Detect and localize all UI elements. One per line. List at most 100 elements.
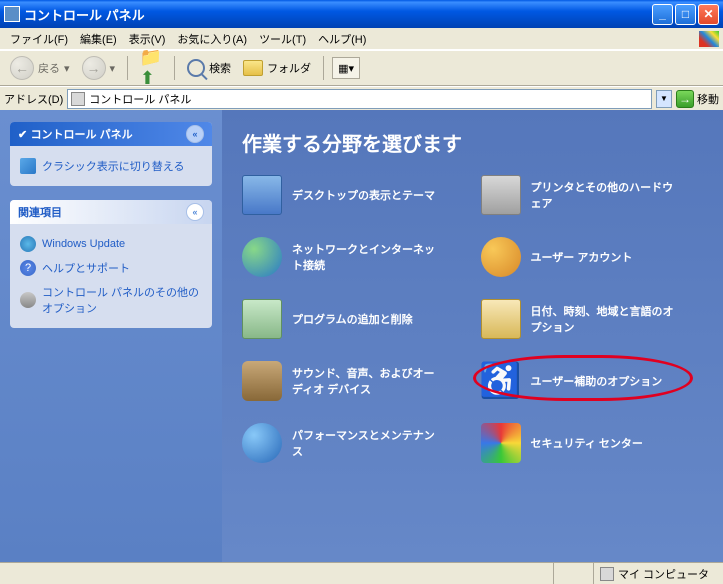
search-icon [187, 59, 205, 77]
category-label: プリンタとその他のハードウェア [531, 179, 681, 211]
globe-icon [242, 237, 282, 277]
wheelchair-icon: ♿ [481, 361, 521, 401]
category-label: パフォーマンスとメンテナンス [292, 427, 442, 459]
cd-box-icon [242, 299, 282, 339]
chart-icon [242, 423, 282, 463]
close-button[interactable]: ✕ [698, 4, 719, 25]
category-date-time[interactable]: 日付、時刻、地域と言語のオプション [481, 299, 704, 339]
related-panel: 関連項目 « Windows Update ? ヘルプとサポート コントロール … [10, 200, 212, 328]
search-label: 検索 [209, 60, 231, 76]
maximize-button[interactable]: □ [675, 4, 696, 25]
panel-check-icon: ✔ [18, 128, 27, 141]
computer-icon [600, 567, 614, 581]
category-label: ネットワークとインターネット接続 [292, 241, 442, 273]
back-button[interactable]: ← 戻る ▾ [6, 54, 74, 82]
switch-classic-view-link[interactable]: クラシック表示に切り替える [20, 154, 202, 178]
folder-icon [243, 60, 263, 76]
back-icon: ← [10, 56, 34, 80]
menu-file[interactable]: ファイル(F) [4, 28, 74, 50]
category-label: プログラムの追加と削除 [292, 311, 413, 327]
address-label: アドレス(D) [4, 91, 63, 107]
search-button[interactable]: 検索 [183, 57, 235, 79]
collapse-icon: « [186, 203, 204, 221]
status-cell [553, 563, 593, 584]
status-cell [0, 563, 553, 584]
panel-header[interactable]: ✔ コントロール パネル « [10, 122, 212, 146]
sidebar: ✔ コントロール パネル « クラシック表示に切り替える 関連項目 « Wind… [0, 110, 222, 562]
address-dropdown[interactable]: ▼ [656, 90, 672, 108]
forward-button[interactable]: → ▾ [78, 54, 120, 82]
forward-icon: → [82, 56, 106, 80]
minimize-button[interactable]: _ [652, 4, 673, 25]
menu-bar: ファイル(F) 編集(E) 表示(V) お気に入り(A) ツール(T) ヘルプ(… [0, 28, 723, 50]
gear-icon [20, 292, 36, 308]
link-label: Windows Update [42, 238, 125, 250]
views-button[interactable]: ▦▾ [332, 57, 360, 79]
category-label: ユーザー補助のオプション [531, 373, 663, 389]
page-heading: 作業する分野を選びます [242, 128, 703, 157]
menu-edit[interactable]: 編集(E) [74, 28, 123, 50]
help-icon: ? [20, 260, 36, 276]
panel-header[interactable]: 関連項目 « [10, 200, 212, 224]
globe-icon [20, 236, 36, 252]
users-icon [481, 237, 521, 277]
separator [174, 56, 175, 80]
separator [127, 56, 128, 80]
menu-favorites[interactable]: お気に入り(A) [171, 28, 253, 50]
control-panel-icon [71, 92, 85, 106]
menu-help[interactable]: ヘルプ(H) [312, 28, 372, 50]
status-text: マイ コンピュータ [618, 566, 709, 582]
category-printers[interactable]: プリンタとその他のハードウェア [481, 175, 704, 215]
window-icon [4, 6, 20, 22]
help-support-link[interactable]: ? ヘルプとサポート [20, 256, 202, 280]
up-folder-icon: 📁⬆ [140, 57, 162, 79]
folders-button[interactable]: フォルダ [239, 58, 315, 78]
category-label: デスクトップの表示とテーマ [292, 187, 435, 203]
status-location: マイ コンピュータ [593, 563, 723, 584]
printer-icon [481, 175, 521, 215]
switch-view-icon [20, 158, 36, 174]
other-options-link[interactable]: コントロール パネルのその他のオプション [20, 280, 202, 320]
link-label: ヘルプとサポート [42, 260, 130, 276]
category-network[interactable]: ネットワークとインターネット接続 [242, 237, 465, 277]
calendar-icon [481, 299, 521, 339]
dropdown-icon: ▾ [110, 62, 116, 75]
speaker-icon [242, 361, 282, 401]
up-button[interactable]: 📁⬆ [136, 55, 166, 81]
category-label: 日付、時刻、地域と言語のオプション [531, 303, 681, 335]
category-label: セキュリティ センター [531, 435, 643, 451]
control-panel-panel: ✔ コントロール パネル « クラシック表示に切り替える [10, 122, 212, 186]
views-icon: ▦▾ [338, 62, 354, 75]
main-area: 作業する分野を選びます デスクトップの表示とテーマ プリンタとその他のハードウェ… [222, 110, 723, 562]
panel-title: コントロール パネル [31, 126, 133, 142]
back-label: 戻る [38, 60, 60, 76]
monitor-icon [242, 175, 282, 215]
windows-flag-icon [699, 31, 719, 47]
category-label: ユーザー アカウント [531, 249, 633, 265]
dropdown-icon: ▾ [64, 62, 70, 75]
category-label: サウンド、音声、およびオーディオ デバイス [292, 365, 442, 397]
address-field[interactable]: コントロール パネル [67, 89, 652, 109]
go-label: 移動 [697, 91, 719, 107]
go-button[interactable]: → 移動 [676, 90, 719, 108]
separator [323, 56, 324, 80]
category-sound[interactable]: サウンド、音声、およびオーディオ デバイス [242, 361, 465, 401]
collapse-icon: « [186, 125, 204, 143]
link-label: コントロール パネルのその他のオプション [42, 284, 202, 316]
category-accessibility[interactable]: ♿ ユーザー補助のオプション [481, 361, 704, 401]
shield-icon [481, 423, 521, 463]
category-performance[interactable]: パフォーマンスとメンテナンス [242, 423, 465, 463]
category-appearance[interactable]: デスクトップの表示とテーマ [242, 175, 465, 215]
go-icon: → [676, 90, 694, 108]
address-bar: アドレス(D) コントロール パネル ▼ → 移動 [0, 86, 723, 110]
windows-update-link[interactable]: Windows Update [20, 232, 202, 256]
folders-label: フォルダ [267, 60, 311, 76]
category-users[interactable]: ユーザー アカウント [481, 237, 704, 277]
toolbar: ← 戻る ▾ → ▾ 📁⬆ 検索 フォルダ ▦▾ [0, 50, 723, 86]
category-security[interactable]: セキュリティ センター [481, 423, 704, 463]
category-add-remove[interactable]: プログラムの追加と削除 [242, 299, 465, 339]
link-label: クラシック表示に切り替える [42, 158, 184, 174]
panel-title: 関連項目 [18, 204, 62, 220]
titlebar: コントロール パネル _ □ ✕ [0, 0, 723, 28]
menu-tools[interactable]: ツール(T) [253, 28, 312, 50]
